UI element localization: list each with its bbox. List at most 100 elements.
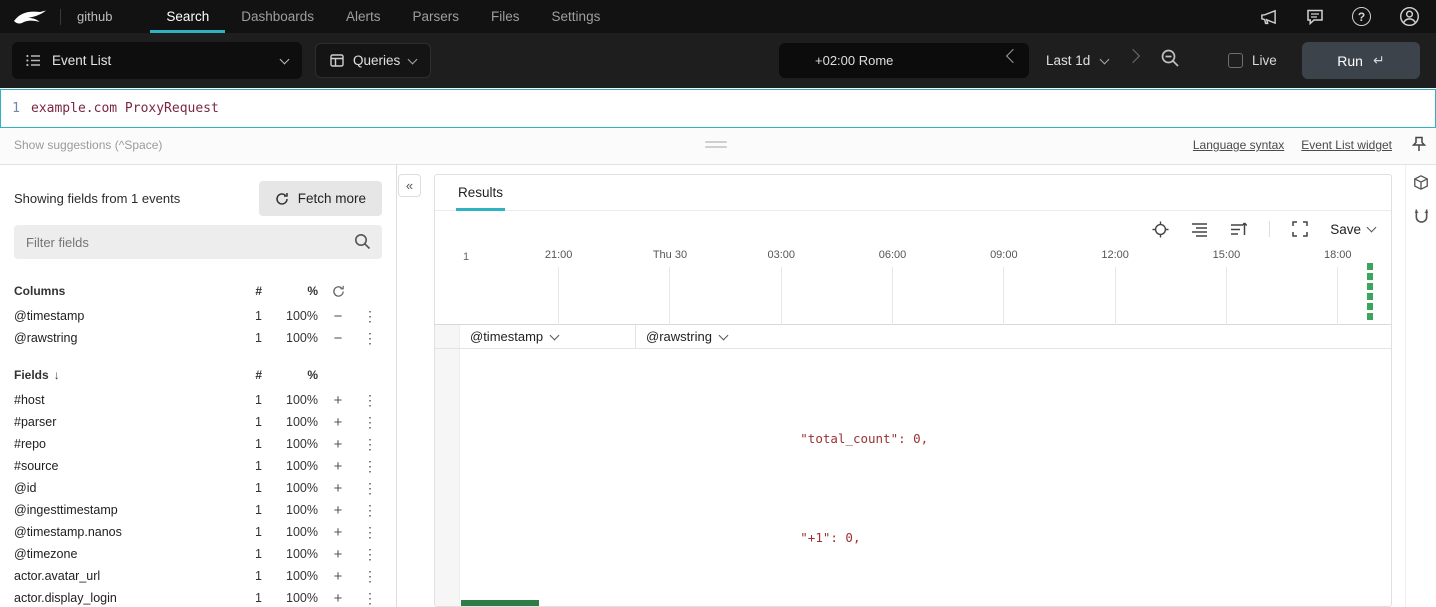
field-menu-icon[interactable]: ⋮ (358, 309, 382, 323)
column-row[interactable]: @timestamp 1 100% − ⋮ (14, 305, 382, 327)
field-count: 1 (230, 503, 262, 517)
help-icon[interactable]: ? (1352, 7, 1371, 26)
add-column-button[interactable]: + (318, 393, 358, 408)
pin-editor-icon[interactable] (1412, 136, 1426, 152)
time-tick: 03:00 (726, 249, 837, 325)
announcements-icon[interactable] (1259, 8, 1278, 25)
field-row[interactable]: @timezone 1 100% + ⋮ (14, 543, 382, 565)
field-menu-icon[interactable]: ⋮ (358, 525, 382, 539)
field-row[interactable]: #parser 1 100% + ⋮ (14, 411, 382, 433)
tick-label: 12:00 (1059, 249, 1170, 261)
percent-header: % (262, 368, 318, 382)
nav-item[interactable]: Alerts (330, 0, 397, 33)
field-name: actor.display_login (14, 591, 230, 605)
editor-resize-handle[interactable] (705, 141, 727, 151)
add-column-button[interactable]: + (318, 415, 358, 430)
rawstring-json: ▾"total_count": 0, ▾"+1": 0, ▾"rocket": … (636, 351, 1391, 607)
field-name: #host (14, 393, 230, 407)
sort-descending-icon[interactable]: ↓ (54, 368, 60, 382)
field-menu-icon[interactable]: ⋮ (358, 459, 382, 473)
timezone-select[interactable]: +02:00 Rome (779, 43, 1029, 78)
falcon-logo-icon[interactable] (0, 0, 60, 33)
field-row[interactable]: @id 1 100% + ⋮ (14, 477, 382, 499)
run-button[interactable]: Run ↵ (1302, 42, 1420, 79)
field-menu-icon[interactable]: ⋮ (358, 547, 382, 561)
nav-item[interactable]: Files (475, 0, 536, 33)
add-column-button[interactable]: + (318, 591, 358, 606)
event-list-widget-link[interactable]: Event List widget (1301, 138, 1392, 152)
field-menu-icon[interactable]: ⋮ (358, 437, 382, 451)
add-column-button[interactable]: + (318, 481, 358, 496)
field-row[interactable]: #source 1 100% + ⋮ (14, 455, 382, 477)
add-column-button[interactable]: + (318, 547, 358, 562)
fetch-more-button[interactable]: Fetch more (259, 181, 382, 216)
chevron-down-icon[interactable] (718, 330, 728, 340)
package-panel-icon[interactable] (1410, 171, 1432, 193)
histogram-bars (1367, 263, 1373, 323)
field-row[interactable]: actor.avatar_url 1 100% + ⋮ (14, 565, 382, 587)
column-row[interactable]: @rawstring 1 100% − ⋮ (14, 327, 382, 349)
remove-column-button[interactable]: − (318, 331, 358, 346)
column-header-timestamp[interactable]: @timestamp (460, 325, 636, 348)
time-forward-icon[interactable] (1126, 49, 1140, 63)
search-icon (354, 233, 371, 250)
zoom-out-icon[interactable] (1160, 48, 1180, 68)
nav-item[interactable]: Search (150, 0, 225, 33)
field-menu-icon[interactable]: ⋮ (358, 503, 382, 517)
field-row[interactable]: #repo 1 100% + ⋮ (14, 433, 382, 455)
sort-order-icon[interactable] (1230, 221, 1247, 237)
add-column-button[interactable]: + (318, 459, 358, 474)
field-row[interactable]: @timestamp.nanos 1 100% + ⋮ (14, 521, 382, 543)
field-count: 1 (230, 393, 262, 407)
field-row[interactable]: @ingesttimestamp 1 100% + ⋮ (14, 499, 382, 521)
queries-button[interactable]: Queries (315, 43, 431, 78)
histogram-bar (1367, 273, 1373, 280)
field-row[interactable]: #host 1 100% + ⋮ (14, 389, 382, 411)
fields-panel: Showing fields from 1 events Fetch more … (0, 165, 397, 607)
field-percent: 100% (262, 459, 318, 473)
feedback-chat-icon[interactable] (1306, 8, 1324, 25)
language-syntax-link[interactable]: Language syntax (1193, 138, 1284, 152)
view-type-select[interactable]: Event List (12, 42, 302, 79)
live-toggle[interactable]: Live (1228, 53, 1277, 68)
refresh-columns-icon[interactable] (332, 285, 345, 298)
tick-label: 15:00 (1171, 249, 1282, 261)
field-menu-icon[interactable]: ⋮ (358, 569, 382, 583)
nav-item[interactable]: Settings (536, 0, 617, 33)
chevron-down-icon[interactable] (550, 330, 560, 340)
magnet-panel-icon[interactable] (1410, 205, 1432, 227)
field-menu-icon[interactable]: ⋮ (358, 415, 382, 429)
row-density-icon[interactable] (1191, 222, 1208, 237)
add-column-button[interactable]: + (318, 525, 358, 540)
events-timeline-chart[interactable]: 1 21:00 Thu 30 03:00 06:00 (435, 247, 1391, 325)
field-menu-icon[interactable]: ⋮ (358, 393, 382, 407)
filter-fields-input[interactable] (14, 225, 382, 259)
main-nav: Search Dashboards Alerts Parsers Files S… (150, 0, 616, 33)
query-text[interactable]: example.com ProxyRequest (31, 101, 219, 116)
column-header-rawstring[interactable]: @rawstring (636, 325, 1391, 348)
add-column-button[interactable]: + (318, 437, 358, 452)
repository-name[interactable]: github (77, 9, 112, 24)
tick-label: 03:00 (726, 249, 837, 261)
tab-results[interactable]: Results (456, 175, 505, 211)
fullscreen-icon[interactable] (1292, 221, 1308, 237)
remove-column-button[interactable]: − (318, 309, 358, 324)
field-row[interactable]: actor.display_login 1 100% + ⋮ (14, 587, 382, 607)
field-menu-icon[interactable]: ⋮ (358, 331, 382, 345)
field-menu-icon[interactable]: ⋮ (358, 481, 382, 495)
nav-item[interactable]: Dashboards (225, 0, 330, 33)
add-column-button[interactable]: + (318, 569, 358, 584)
field-menu-icon[interactable]: ⋮ (358, 591, 382, 605)
user-avatar[interactable] (1399, 6, 1420, 27)
collapse-panel-button[interactable]: « (398, 174, 421, 197)
save-button[interactable]: Save (1330, 222, 1375, 237)
field-percent: 100% (262, 547, 318, 561)
query-editor[interactable]: 1 example.com ProxyRequest (0, 89, 1436, 128)
live-checkbox[interactable] (1228, 53, 1243, 68)
time-range-select[interactable]: Last 1d (1040, 43, 1114, 78)
field-count: 1 (230, 459, 262, 473)
add-column-button[interactable]: + (318, 503, 358, 518)
crosshair-icon[interactable] (1152, 221, 1169, 238)
fields-rows: #host 1 100% + ⋮ #parser 1 100% + ⋮ #rep… (14, 389, 382, 607)
nav-item[interactable]: Parsers (397, 0, 476, 33)
